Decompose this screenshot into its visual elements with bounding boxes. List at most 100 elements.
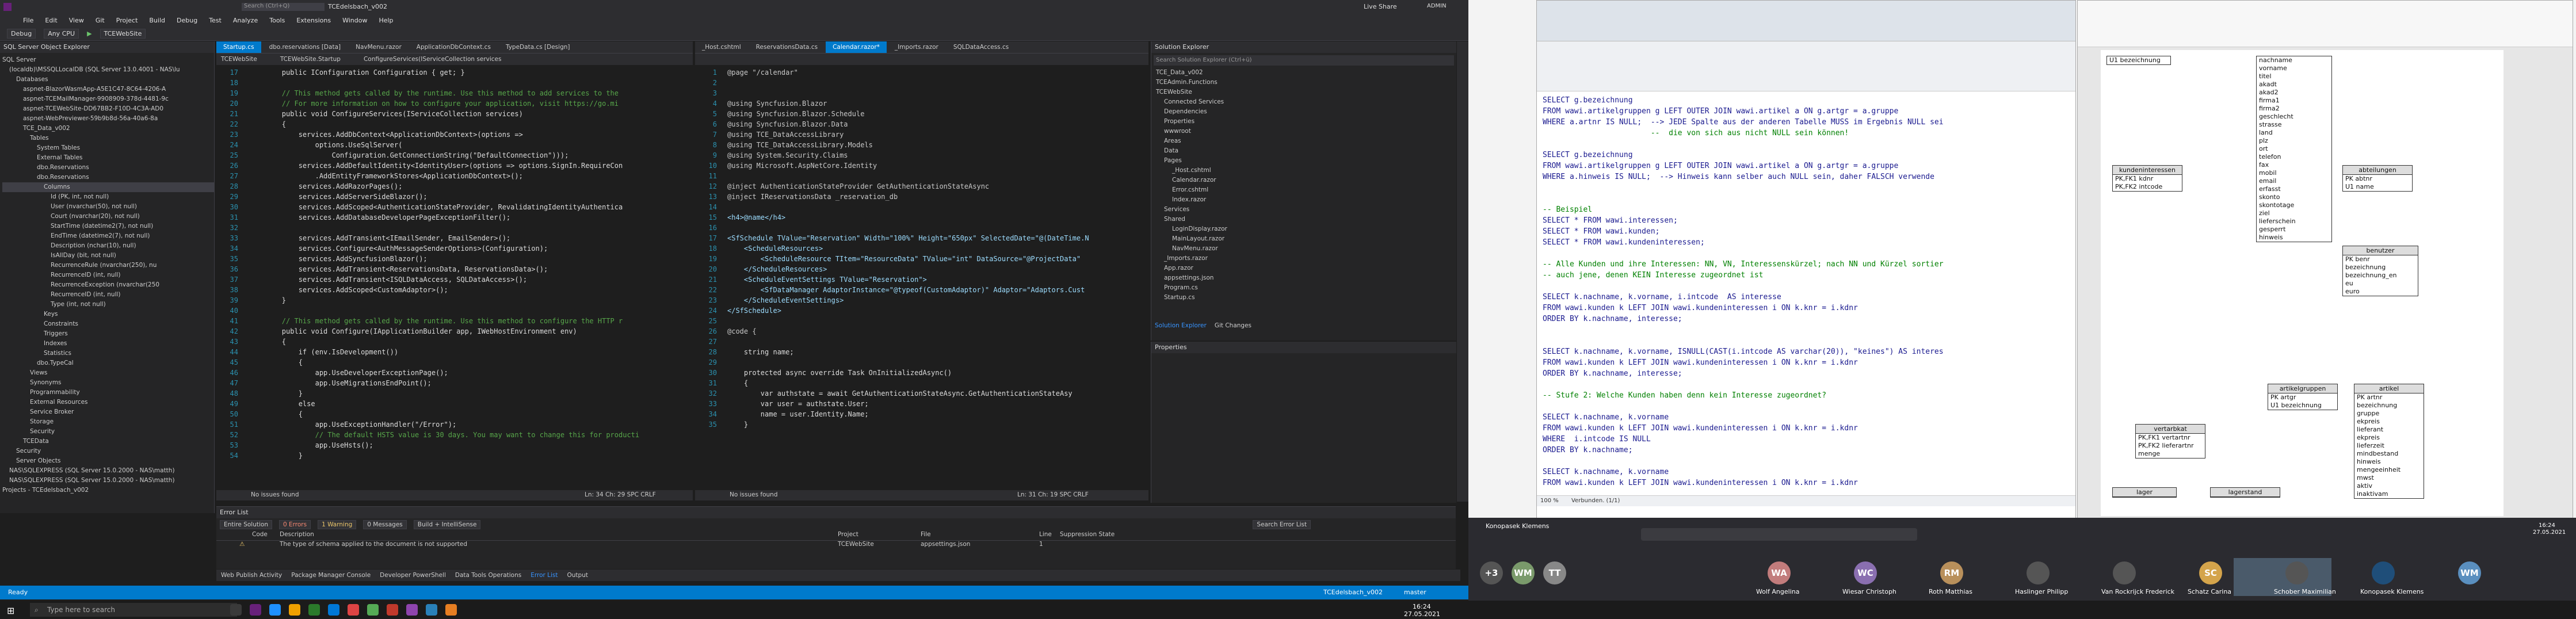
errors-filter[interactable]: 0 Errors bbox=[278, 520, 311, 529]
solution-item[interactable]: Program.cs bbox=[1156, 283, 1456, 293]
code-line[interactable]: 15 <h4>@name</h4> bbox=[695, 212, 1148, 223]
code-line[interactable]: 44 if (env.IsDevelopment()) bbox=[216, 347, 693, 357]
meeting-controls[interactable] bbox=[1641, 528, 1917, 541]
code-line[interactable]: 1 @page "/calendar" bbox=[695, 67, 1148, 78]
code-line[interactable]: 40 bbox=[216, 305, 693, 316]
code-line[interactable]: 35 } bbox=[695, 419, 1148, 430]
tree-item[interactable]: aspnet-TCEWebSite-DD67BB2-F10D-4C3A-AD0 bbox=[2, 104, 214, 114]
tree-item[interactable]: dbo.TypeCal bbox=[2, 358, 214, 368]
menu-file[interactable]: File bbox=[23, 17, 33, 24]
erd-entity[interactable]: U1 bezeichnung bbox=[2106, 56, 2171, 65]
live-share-button[interactable]: Live Share bbox=[1364, 3, 1397, 10]
editor-tab[interactable]: SQLDataAccess.cs bbox=[946, 41, 1016, 53]
tree-item[interactable]: IsAllDay (bit, not null) bbox=[2, 251, 214, 261]
sql-line[interactable]: FROM wawi.kunden k LEFT JOIN wawi.kunden… bbox=[1543, 357, 2075, 368]
code-line[interactable]: 20 </ScheduleResources> bbox=[695, 264, 1148, 274]
error-search-input[interactable]: Search Error List bbox=[1253, 520, 1311, 529]
code-line[interactable]: 17 public IConfiguration Configuration {… bbox=[216, 67, 693, 78]
tree-item[interactable]: TCE_Data_v002 bbox=[2, 124, 214, 133]
code-line[interactable]: 18 bbox=[216, 78, 693, 88]
editor-tab[interactable]: dbo.reservations [Data] bbox=[262, 41, 348, 53]
sql-line[interactable]: SELECT k.nachname, k.vorname bbox=[1543, 412, 2075, 423]
tree-item[interactable]: RecurrenceException (nvarchar(250 bbox=[2, 280, 214, 290]
code-line[interactable]: 27 .AddEntityFrameworkStores<Application… bbox=[216, 171, 693, 181]
sql-line[interactable]: WHERE i.intcode IS NULL bbox=[1543, 434, 2075, 445]
code-line[interactable]: 46 app.UseDeveloperExceptionPage(); bbox=[216, 368, 693, 378]
tab-solution-explorer[interactable]: Solution Explorer bbox=[1155, 322, 1207, 334]
code-line[interactable]: 52 // The default HSTS value is 30 days.… bbox=[216, 430, 693, 440]
code-line[interactable]: 2 bbox=[695, 78, 1148, 88]
error-scope-select[interactable]: Entire Solution bbox=[220, 520, 272, 529]
code-line[interactable]: 3 bbox=[695, 88, 1148, 98]
code-line[interactable]: 26 @code { bbox=[695, 326, 1148, 337]
sql-line[interactable]: FROM wawi.kunden k LEFT JOIN wawi.kunden… bbox=[1543, 303, 2075, 314]
sql-line[interactable] bbox=[1543, 281, 2075, 292]
tree-item[interactable]: NAS\SQLEXPRESS (SQL Server 15.0.2000 - N… bbox=[2, 476, 214, 486]
sql-line[interactable] bbox=[1543, 401, 2075, 412]
start-icon[interactable]: ▶ bbox=[87, 30, 91, 37]
solution-item[interactable]: Dependencies bbox=[1156, 107, 1456, 117]
ssms-zoom[interactable]: 100 % bbox=[1540, 498, 1559, 504]
code-line[interactable]: 8 @using TCE_DataAccessLibrary.Models bbox=[695, 140, 1148, 150]
tree-item[interactable]: Security bbox=[2, 427, 214, 437]
erd-entity[interactable]: artikel PK artnr bezeichnung gruppe ekpreis l… bbox=[2354, 384, 2424, 499]
sql-line[interactable]: ORDER BY k.nachname; bbox=[1543, 445, 2075, 456]
participant-avatar[interactable] bbox=[2113, 561, 2136, 584]
tree-item[interactable]: dbo.Reservations bbox=[2, 173, 214, 182]
code-line[interactable]: 20 // For more information on how to con… bbox=[216, 98, 693, 109]
menu-window[interactable]: Window bbox=[342, 17, 367, 24]
solution-item[interactable]: wwwroot bbox=[1156, 127, 1456, 136]
col-code[interactable]: Code bbox=[252, 531, 268, 538]
solution-item[interactable]: App.razor bbox=[1156, 263, 1456, 273]
col-suppression[interactable]: Suppression State bbox=[1060, 531, 1115, 538]
solution-item[interactable]: Areas bbox=[1156, 136, 1456, 146]
menu-project[interactable]: Project bbox=[116, 17, 138, 24]
sql-line[interactable]: SELECT k.nachname, k.vorname, ISNULL(CAS… bbox=[1543, 346, 2075, 357]
solution-item[interactable]: Error.cshtml bbox=[1156, 185, 1456, 195]
menu-extensions[interactable]: Extensions bbox=[296, 17, 331, 24]
code-line[interactable]: 45 { bbox=[216, 357, 693, 368]
tab-git-changes[interactable]: Git Changes bbox=[1215, 322, 1251, 334]
code-line[interactable]: 43 { bbox=[216, 337, 693, 347]
tree-item[interactable]: RecurrenceID (int, null) bbox=[2, 270, 214, 280]
code-line[interactable]: 41 // This method gets called by the run… bbox=[216, 316, 693, 326]
code-line[interactable]: 48 } bbox=[216, 388, 693, 399]
build-filter-select[interactable]: Build + IntelliSense bbox=[413, 520, 481, 529]
code-line[interactable]: 21 public void ConfigureServices(IServic… bbox=[216, 109, 693, 119]
breadcrumb-member[interactable]: ConfigureServices(IServiceCollection ser… bbox=[364, 56, 502, 63]
taskbar-app-icon[interactable] bbox=[445, 604, 457, 616]
col-file[interactable]: File bbox=[921, 531, 931, 538]
tree-item[interactable]: aspnet-BlazorWasmApp-A5E1C47-8C64-4206-A bbox=[2, 85, 214, 94]
sql-line[interactable] bbox=[1543, 324, 2075, 335]
solution-item[interactable]: Services bbox=[1156, 205, 1456, 215]
participant-avatar[interactable]: RM bbox=[1940, 561, 1963, 584]
menu-test[interactable]: Test bbox=[209, 17, 222, 24]
tree-item[interactable]: Court (nvarchar(20), not null) bbox=[2, 212, 214, 221]
vs-search-box[interactable]: Search (Ctrl+Q) bbox=[242, 3, 325, 11]
code-line[interactable]: 21 <ScheduleEventSettings TValue="Reserv… bbox=[695, 274, 1148, 285]
menu-git[interactable]: Git bbox=[96, 17, 105, 24]
participant-avatar[interactable] bbox=[2285, 561, 2308, 584]
tree-item[interactable]: Keys bbox=[2, 310, 214, 319]
tree-item[interactable]: System Tables bbox=[2, 143, 214, 153]
code-line[interactable]: 32 var authstate = await GetAuthenticati… bbox=[695, 388, 1148, 399]
sql-line[interactable]: -- auch jene, denen KEIN Interesse zugeo… bbox=[1543, 270, 2075, 281]
sql-line[interactable]: ORDER BY k.nachname, interesse; bbox=[1543, 368, 2075, 379]
code-line[interactable]: 39 } bbox=[216, 295, 693, 305]
editor-tab[interactable]: TypeData.cs [Design] bbox=[498, 41, 577, 53]
sql-line[interactable]: -- die von sich aus nicht NULL sein könn… bbox=[1543, 128, 2075, 139]
bottom-tab[interactable]: Web Publish Activity bbox=[221, 572, 282, 579]
participant-avatar[interactable]: WA bbox=[1768, 561, 1791, 584]
tree-item[interactable]: SQL Server bbox=[2, 55, 214, 65]
participant-avatar[interactable]: WC bbox=[1854, 561, 1877, 584]
sql-line[interactable] bbox=[1543, 193, 2075, 204]
bottom-tab[interactable]: Package Manager Console bbox=[291, 572, 371, 579]
tree-item[interactable]: Tables bbox=[2, 133, 214, 143]
code-line[interactable]: 42 public void Configure(IApplicationBui… bbox=[216, 326, 693, 337]
col-project[interactable]: Project bbox=[838, 531, 858, 538]
sql-line[interactable]: FROM wawi.kunden k LEFT JOIN wawi.kunden… bbox=[1543, 477, 2075, 488]
code-line[interactable]: 47 app.UseMigrationsEndPoint(); bbox=[216, 378, 693, 388]
solution-item[interactable]: TCE_Data_v002 bbox=[1156, 68, 1456, 78]
taskbar-app-icon[interactable] bbox=[308, 604, 320, 616]
participant-avatar[interactable] bbox=[2027, 561, 2050, 584]
